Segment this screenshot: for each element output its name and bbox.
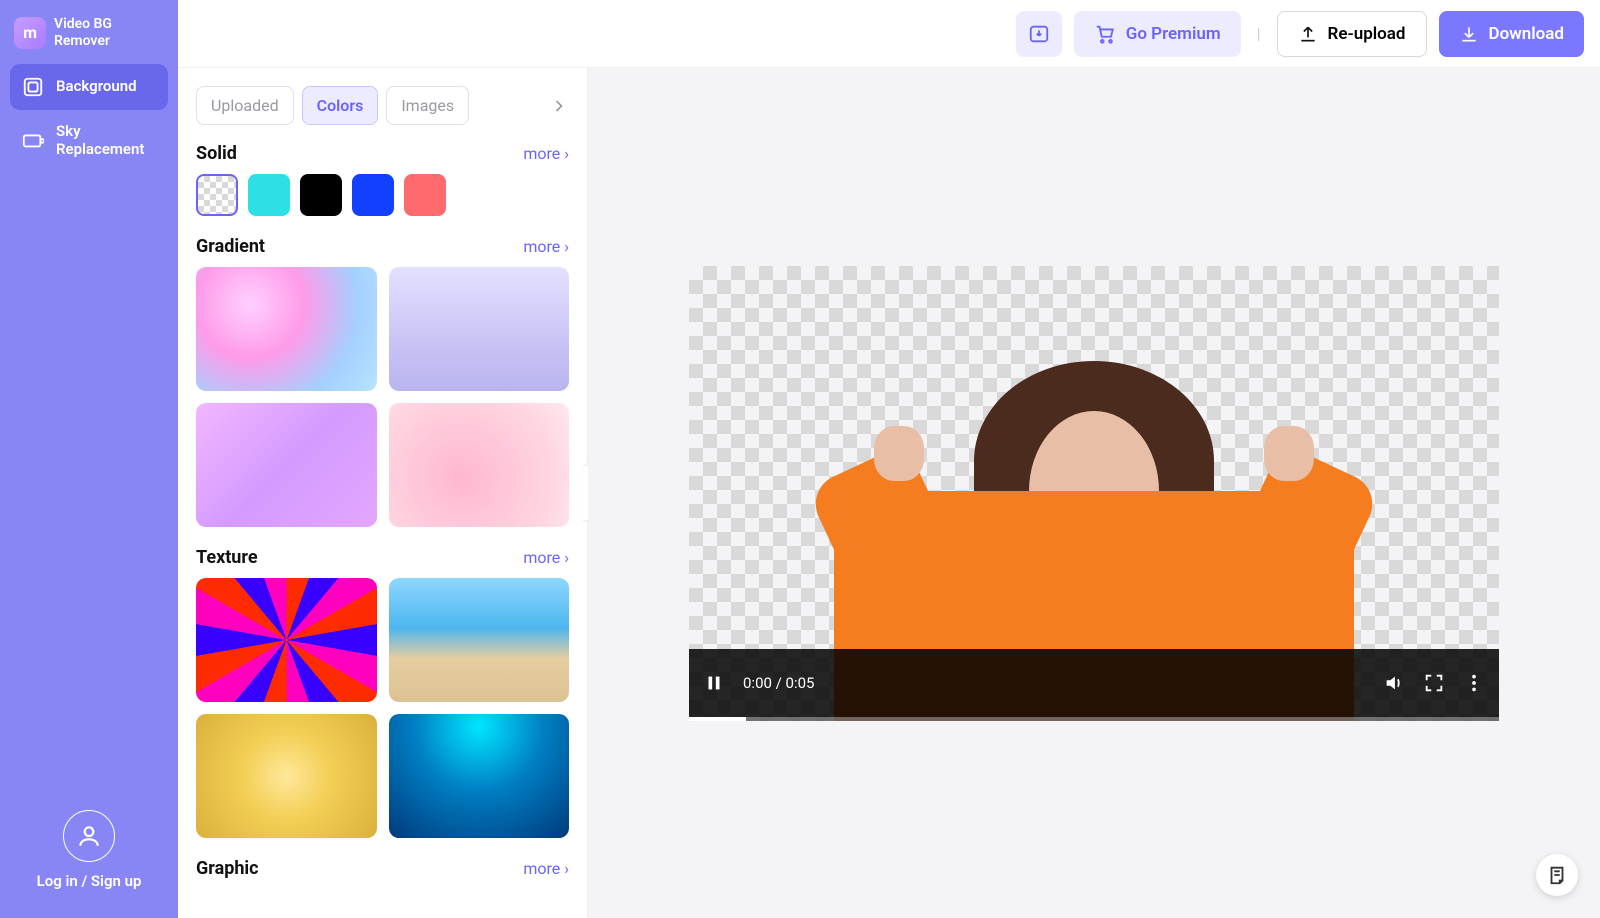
feedback-button[interactable]	[1536, 854, 1578, 896]
sidebar-item-background[interactable]: Background	[10, 64, 168, 110]
background-panel: Uploaded Colors Images Solid more ›	[178, 68, 588, 918]
solid-colors	[196, 174, 569, 216]
color-swatch-transparent[interactable]	[196, 174, 238, 216]
gradient-thumb-pink-soft[interactable]	[389, 403, 570, 527]
app-title-line1: Video BG	[54, 16, 112, 33]
texture-thumb-beach-palms[interactable]	[389, 578, 570, 702]
reupload-button[interactable]: Re-upload	[1277, 11, 1427, 57]
fullscreen-icon[interactable]	[1423, 672, 1445, 694]
separator: |	[1253, 24, 1265, 43]
color-swatch-coral[interactable]	[404, 174, 446, 216]
pause-icon[interactable]	[703, 672, 725, 694]
section-texture-header: Texture more ›	[196, 543, 569, 578]
tabs-scroll-right-icon[interactable]	[549, 96, 569, 116]
gradient-title: Gradient	[196, 236, 265, 257]
import-button[interactable]	[1016, 11, 1062, 57]
graphic-more-link[interactable]: more ›	[523, 859, 569, 878]
video-progress-bar[interactable]	[689, 717, 1499, 721]
more-icon[interactable]	[1463, 672, 1485, 694]
tab-images[interactable]: Images	[386, 86, 469, 125]
sky-replacement-icon	[22, 129, 44, 151]
note-edit-icon	[1546, 864, 1568, 886]
gradient-grid	[196, 267, 569, 527]
reupload-label: Re-upload	[1328, 24, 1406, 44]
texture-thumb-blue-particles[interactable]	[389, 714, 570, 838]
gradient-thumb-lavender-waves[interactable]	[389, 267, 570, 391]
download-label: Download	[1489, 24, 1564, 44]
content-row: Uploaded Colors Images Solid more ›	[178, 68, 1600, 918]
solid-title: Solid	[196, 143, 237, 164]
color-swatch-blue[interactable]	[352, 174, 394, 216]
sidebar-item-sky-replacement[interactable]: Sky Replacement	[10, 110, 168, 172]
avatar[interactable]	[63, 810, 115, 862]
go-premium-button[interactable]: Go Premium	[1074, 11, 1241, 57]
preview-area: 0:00 / 0:05	[588, 68, 1600, 918]
import-icon	[1028, 23, 1050, 45]
volume-icon[interactable]	[1383, 672, 1405, 694]
panel-tabs: Uploaded Colors Images	[178, 68, 587, 139]
gradient-more-link[interactable]: more ›	[523, 237, 569, 256]
video-player[interactable]: 0:00 / 0:05	[689, 266, 1499, 721]
go-premium-label: Go Premium	[1126, 24, 1221, 44]
texture-grid	[196, 578, 569, 838]
gradient-thumb-pink-iridescent[interactable]	[196, 267, 377, 391]
main-area: Go Premium | Re-upload Download Uploaded…	[178, 0, 1600, 918]
app-title: Video BG Remover	[54, 16, 112, 50]
video-controls: 0:00 / 0:05	[689, 649, 1499, 721]
user-icon	[76, 823, 102, 849]
cart-icon	[1094, 23, 1116, 45]
section-gradient-header: Gradient more ›	[196, 232, 569, 267]
video-time: 0:00 / 0:05	[743, 674, 814, 692]
sidebar-item-background-label: Background	[56, 77, 137, 96]
background-icon	[22, 76, 44, 98]
texture-thumb-gold-glitter[interactable]	[196, 714, 377, 838]
texture-thumb-kaleidoscope[interactable]	[196, 578, 377, 702]
upload-icon	[1298, 24, 1318, 44]
app-title-line2: Remover	[54, 33, 112, 50]
sidebar-item-sky-label: Sky Replacement	[56, 122, 156, 160]
download-icon	[1459, 24, 1479, 44]
solid-more-link[interactable]: more ›	[523, 144, 569, 163]
tab-colors[interactable]: Colors	[302, 86, 379, 125]
app-logo: m Video BG Remover	[10, 10, 168, 64]
panel-scroll[interactable]: Solid more › Gradient more ›	[178, 139, 587, 918]
section-solid-header: Solid more ›	[196, 139, 569, 174]
section-graphic-header: Graphic more ›	[196, 854, 569, 889]
color-swatch-cyan[interactable]	[248, 174, 290, 216]
logo-icon: m	[14, 17, 46, 49]
graphic-title: Graphic	[196, 858, 259, 879]
gradient-thumb-purple-swirl[interactable]	[196, 403, 377, 527]
user-area: Log in / Sign up	[10, 800, 168, 908]
tab-uploaded[interactable]: Uploaded	[196, 86, 294, 125]
download-button[interactable]: Download	[1439, 11, 1584, 57]
left-sidebar: m Video BG Remover Background Sky Replac…	[0, 0, 178, 918]
texture-more-link[interactable]: more ›	[523, 548, 569, 567]
texture-title: Texture	[196, 547, 258, 568]
login-signup-link[interactable]: Log in / Sign up	[37, 872, 142, 890]
color-swatch-black[interactable]	[300, 174, 342, 216]
top-bar: Go Premium | Re-upload Download	[178, 0, 1600, 68]
